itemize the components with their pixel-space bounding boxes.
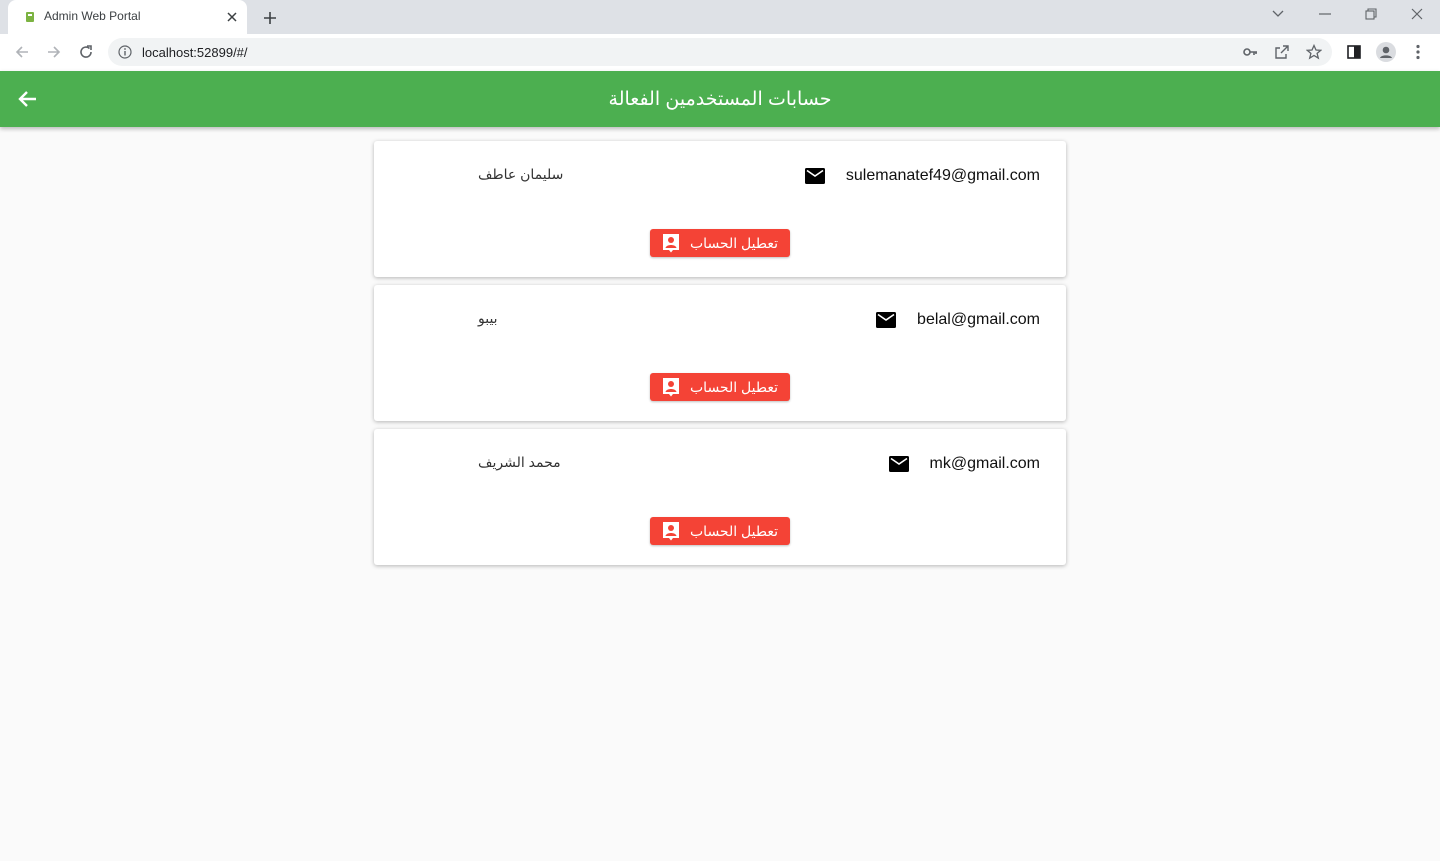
disable-account-button[interactable]: تعطيل الحساب (650, 229, 790, 257)
account-name: سليمان عاطف (478, 166, 564, 182)
disable-account-label: تعطيل الحساب (690, 378, 778, 395)
account-name: بيبو (478, 310, 498, 326)
browser-toolbar: localhost:52899/#/ (0, 34, 1440, 72)
address-bar[interactable]: localhost:52899/#/ (108, 38, 1332, 66)
back-icon[interactable] (10, 40, 34, 64)
browser-tab[interactable]: Admin Web Portal (8, 0, 247, 34)
account-card: sulemanatef49@gmail.com سليمان عاطف تعطي… (374, 141, 1066, 277)
new-tab-icon[interactable] (259, 7, 281, 29)
share-icon[interactable] (1273, 43, 1291, 61)
account-email: mk@gmail.com (929, 455, 1040, 472)
account-email-row: sulemanatef49@gmail.com (804, 166, 1040, 186)
page-title: حسابات المستخدمين الفعالة (608, 88, 832, 110)
account-email: belal@gmail.com (917, 311, 1040, 328)
key-icon[interactable] (1241, 43, 1259, 61)
profile-avatar-icon[interactable] (1376, 42, 1396, 62)
disable-account-button[interactable]: تعطيل الحساب (650, 373, 790, 401)
disable-account-label: تعطيل الحساب (690, 522, 778, 539)
disable-account-label: تعطيل الحساب (690, 234, 778, 251)
tab-title: Admin Web Portal (44, 9, 141, 23)
disable-account-button[interactable]: تعطيل الحساب (650, 517, 790, 545)
minimize-icon[interactable] (1313, 4, 1337, 24)
browser-tabstrip: Admin Web Portal (0, 0, 1440, 34)
account-email: sulemanatef49@gmail.com (845, 167, 1040, 184)
account-name: محمد الشريف (478, 454, 561, 470)
menu-kebab-icon[interactable] (1408, 42, 1428, 62)
mail-icon (804, 167, 826, 185)
person-badge-icon (662, 233, 680, 253)
bookmark-star-icon[interactable] (1305, 43, 1323, 61)
account-email-row: mk@gmail.com (888, 454, 1040, 474)
tab-close-icon[interactable] (224, 9, 240, 25)
person-badge-icon (662, 521, 680, 541)
side-panel-icon[interactable] (1344, 42, 1364, 62)
url-text: localhost:52899/#/ (142, 45, 248, 60)
person-badge-icon (662, 377, 680, 397)
app-bar: حسابات المستخدمين الفعالة (0, 71, 1440, 127)
back-arrow-icon[interactable] (16, 87, 40, 111)
account-card: belal@gmail.com بيبو تعطيل الحساب (374, 285, 1066, 421)
mail-icon (875, 311, 897, 329)
reload-icon[interactable] (74, 40, 98, 64)
mail-icon (888, 455, 910, 473)
restore-icon[interactable] (1359, 4, 1383, 24)
site-info-icon[interactable] (118, 45, 132, 59)
tab-search-icon[interactable] (1266, 4, 1290, 24)
forward-icon[interactable] (42, 40, 66, 64)
account-email-row: belal@gmail.com (875, 310, 1040, 330)
account-card: mk@gmail.com محمد الشريف تعطيل الحساب (374, 429, 1066, 565)
close-window-icon[interactable] (1405, 4, 1429, 24)
favicon-icon (23, 10, 37, 24)
